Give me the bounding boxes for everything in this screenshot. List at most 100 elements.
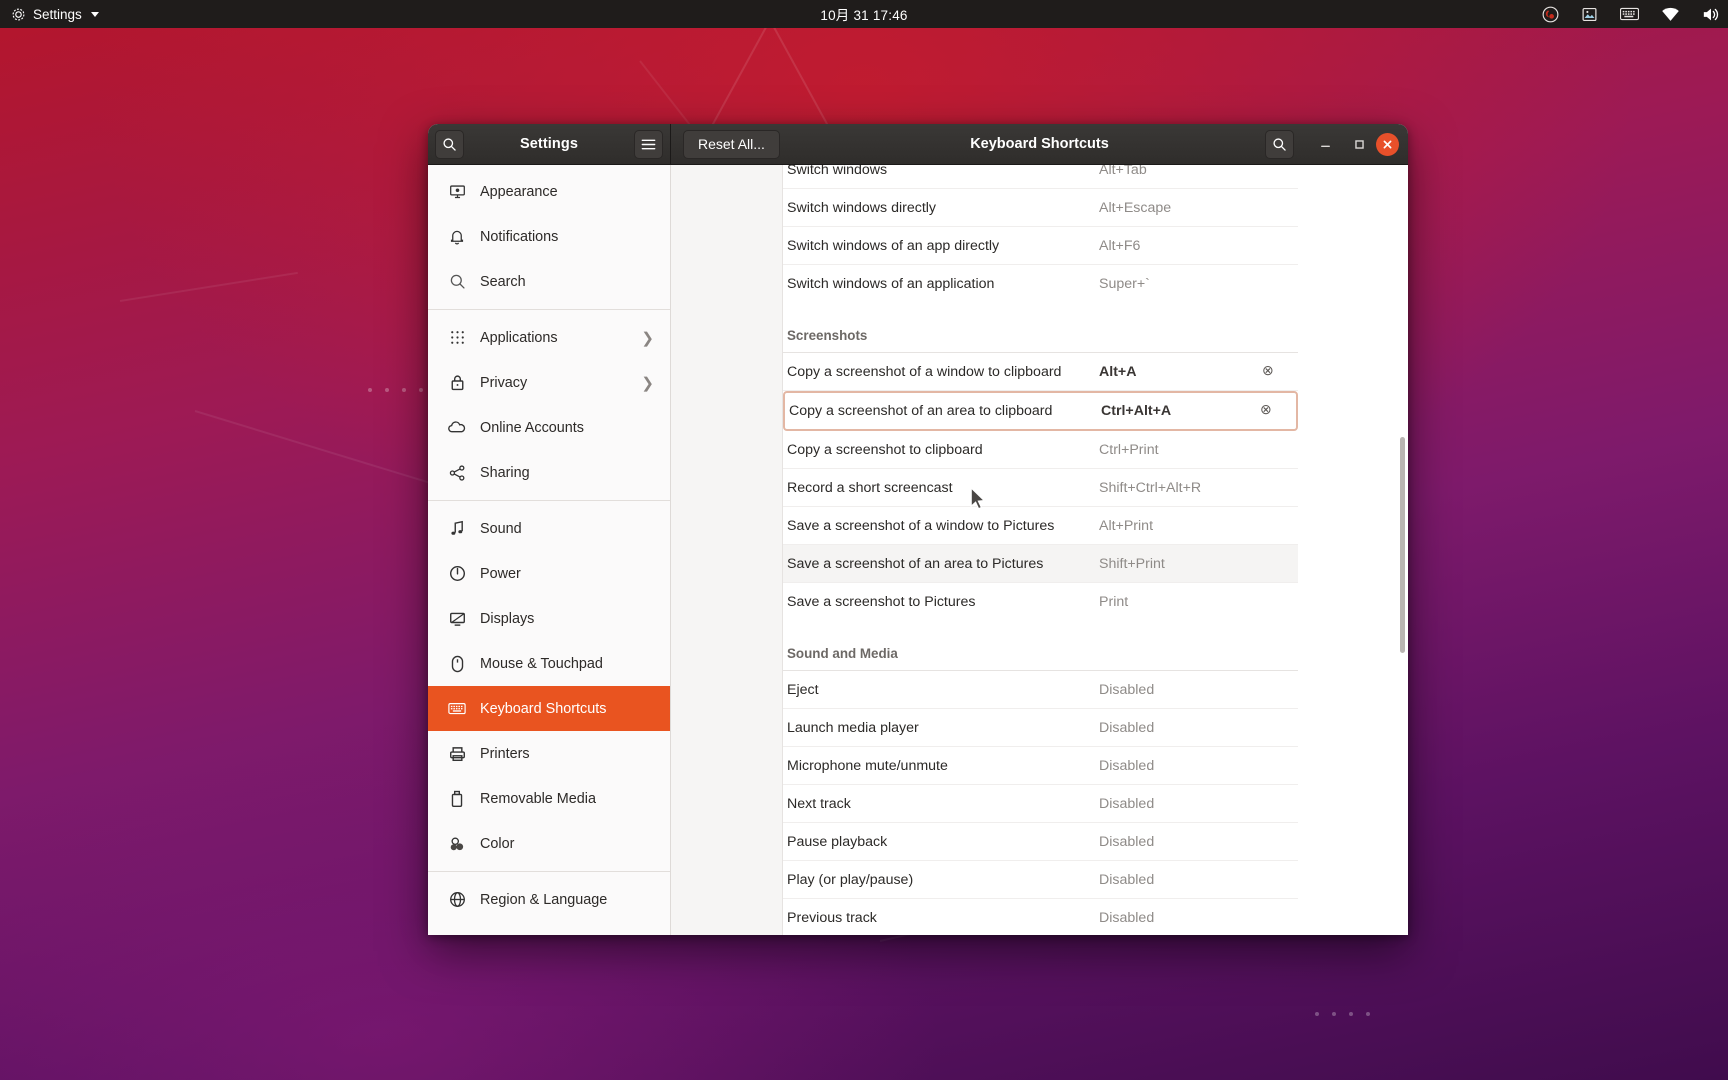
sidebar-item-search[interactable]: Search	[428, 259, 670, 304]
caret-down-icon	[90, 11, 99, 17]
sidebar-search-button[interactable]	[435, 129, 464, 159]
reset-all-label: Reset All...	[698, 136, 765, 152]
sidebar-item-displays[interactable]: Displays	[428, 596, 670, 641]
main-menu-button[interactable]	[634, 129, 663, 159]
sidebar-item-label: Applications	[480, 329, 558, 346]
shortcut-name: Record a short screencast	[787, 479, 953, 496]
minimize-button[interactable]	[1308, 127, 1342, 161]
shortcuts-list[interactable]: Switch windows Alt+Tab Switch windows di…	[783, 165, 1298, 935]
shortcut-row-switch-windows-of-application[interactable]: Switch windows of an application Super+`	[783, 265, 1298, 303]
obs-icon[interactable]	[1542, 6, 1559, 23]
shortcut-row-switch-windows-of-app-directly[interactable]: Switch windows of an app directly Alt+F6	[783, 227, 1298, 265]
sidebar-item-color[interactable]: Color	[428, 821, 670, 866]
clear-shortcut-icon[interactable]: ⊗	[1260, 402, 1278, 420]
shortcut-name: Play (or play/pause)	[787, 871, 914, 888]
shortcut-accelerator: Disabled	[1099, 871, 1155, 888]
wallpaper-line-2	[119, 271, 298, 302]
shortcut-name: Save a screenshot to Pictures	[787, 594, 976, 610]
shortcut-row-save-screenshot-area-pictures[interactable]: Save a screenshot of an area to Pictures…	[783, 545, 1298, 583]
color-icon	[448, 836, 466, 852]
sidebar-item-universal-access[interactable]: Universal Access	[428, 922, 670, 935]
sidebar-item-removable-media[interactable]: Removable Media	[428, 776, 670, 821]
sidebar-divider	[428, 309, 670, 310]
maximize-button[interactable]	[1342, 127, 1376, 161]
sidebar-item-label: Mouse & Touchpad	[480, 655, 603, 672]
shortcut-row-next-track[interactable]: Next track Disabled	[783, 785, 1298, 823]
sidebar-divider	[428, 500, 670, 501]
sidebar-item-label: Displays	[480, 610, 535, 627]
topbar-app-menu[interactable]: Settings	[0, 7, 99, 22]
appearance-icon	[448, 183, 466, 200]
sidebar-item-printers[interactable]: Printers	[428, 731, 670, 776]
search-icon	[448, 273, 466, 290]
sidebar-item-keyboard-shortcuts[interactable]: Keyboard Shortcuts	[428, 686, 670, 731]
shortcut-row-launch-media-player[interactable]: Launch media player Disabled	[783, 709, 1298, 747]
shortcut-accelerator: Alt+Tab	[1099, 165, 1147, 178]
shortcut-name: Switch windows directly	[787, 199, 937, 216]
shortcut-name: Switch windows	[787, 165, 888, 178]
section-title: Sound and Media	[787, 646, 898, 661]
shortcut-row-play-pause[interactable]: Play (or play/pause) Disabled	[783, 861, 1298, 899]
system-topbar: Settings 10月 31 17:46	[0, 0, 1728, 28]
sidebar-item-applications[interactable]: Applications ❯	[428, 315, 670, 360]
shortcut-accelerator: Disabled	[1099, 909, 1155, 926]
printer-icon	[448, 746, 466, 762]
sidebar-item-label: Search	[480, 273, 526, 290]
shortcut-accelerator: Disabled	[1099, 757, 1155, 774]
shortcut-row-save-screenshot-pictures[interactable]: Save a screenshot to Pictures Print	[783, 583, 1298, 621]
search-icon	[443, 137, 456, 151]
shortcut-accelerator: Alt+Escape	[1099, 199, 1172, 216]
shortcut-name: Switch windows of an app directly	[787, 237, 1000, 254]
section-header-screenshots: Screenshots	[783, 303, 1298, 353]
shortcut-row-switch-windows-directly[interactable]: Switch windows directly Alt+Escape	[783, 189, 1298, 227]
sidebar-item-online-accounts[interactable]: Online Accounts	[428, 405, 670, 450]
shortcut-row-copy-screenshot-clipboard[interactable]: Copy a screenshot to clipboard Ctrl+Prin…	[783, 431, 1298, 469]
reset-all-button[interactable]: Reset All...	[683, 129, 780, 159]
sidebar-item-label: Sound	[480, 520, 522, 537]
shortcut-accelerator: Super+`	[1099, 276, 1150, 292]
shortcut-row-previous-track[interactable]: Previous track Disabled	[783, 899, 1298, 935]
volume-icon[interactable]	[1702, 7, 1719, 22]
clock-label: 10月 31 17:46	[820, 8, 908, 23]
sidebar-item-region-language[interactable]: Region & Language	[428, 877, 670, 922]
shortcut-accelerator: Alt+Print	[1099, 517, 1154, 534]
shortcut-row-pause-playback[interactable]: Pause playback Disabled	[783, 823, 1298, 861]
vertical-scrollbar[interactable]	[1400, 437, 1405, 653]
sidebar-item-privacy[interactable]: Privacy ❯	[428, 360, 670, 405]
sidebar-item-power[interactable]: Power	[428, 551, 670, 596]
bell-icon	[448, 228, 466, 245]
shortcut-accelerator: Ctrl+Alt+A	[1101, 403, 1172, 419]
shortcut-row-record-screencast[interactable]: Record a short screencast Shift+Ctrl+Alt…	[783, 469, 1298, 507]
panel-search-button[interactable]	[1265, 129, 1294, 159]
keyboard-layout-icon[interactable]	[1620, 7, 1639, 21]
clear-shortcut-icon[interactable]: ⊗	[1262, 363, 1280, 381]
settings-window: Settings Reset All... Keyboard Shortcuts	[428, 124, 1408, 935]
close-icon	[1383, 140, 1392, 148]
shortcut-row-copy-screenshot-window-clipboard[interactable]: Copy a screenshot of a window to clipboa…	[783, 353, 1298, 391]
grid-apps-icon	[448, 330, 466, 345]
wallpaper-dots-2	[1315, 1012, 1370, 1016]
screenshot-icon[interactable]	[1581, 6, 1598, 23]
shortcut-accelerator: Shift+Print	[1099, 555, 1165, 572]
wifi-icon[interactable]	[1661, 7, 1680, 22]
sidebar-item-notifications[interactable]: Notifications	[428, 214, 670, 259]
keyboard-shortcuts-panel: Switch windows Alt+Tab Switch windows di…	[671, 165, 1408, 935]
sidebar-item-sharing[interactable]: Sharing	[428, 450, 670, 495]
shortcut-row-save-screenshot-window-pictures[interactable]: Save a screenshot of a window to Picture…	[783, 507, 1298, 545]
sidebar-item-appearance[interactable]: Appearance	[428, 169, 670, 214]
sidebar-item-sound[interactable]: Sound	[428, 506, 670, 551]
chevron-right-icon: ❯	[641, 329, 654, 347]
shortcut-row-eject[interactable]: Eject Disabled	[783, 671, 1298, 709]
shortcut-accelerator: Disabled	[1099, 833, 1155, 850]
sidebar-item-mouse-touchpad[interactable]: Mouse & Touchpad	[428, 641, 670, 686]
shortcut-accelerator: Disabled	[1099, 681, 1155, 698]
sidebar-item-label: Region & Language	[480, 891, 608, 908]
lock-icon	[448, 374, 466, 391]
topbar-clock[interactable]: 10月 31 17:46	[820, 4, 907, 24]
shortcut-row-microphone-mute[interactable]: Microphone mute/unmute Disabled	[783, 747, 1298, 785]
shortcut-row-copy-screenshot-area-clipboard[interactable]: Copy a screenshot of an area to clipboar…	[783, 391, 1298, 431]
shortcut-name: Copy a screenshot of a window to clipboa…	[787, 363, 1062, 380]
close-button[interactable]	[1376, 132, 1399, 156]
shortcut-row-switch-windows[interactable]: Switch windows Alt+Tab	[783, 165, 1298, 189]
sidebar-item-label: Power	[480, 565, 521, 582]
